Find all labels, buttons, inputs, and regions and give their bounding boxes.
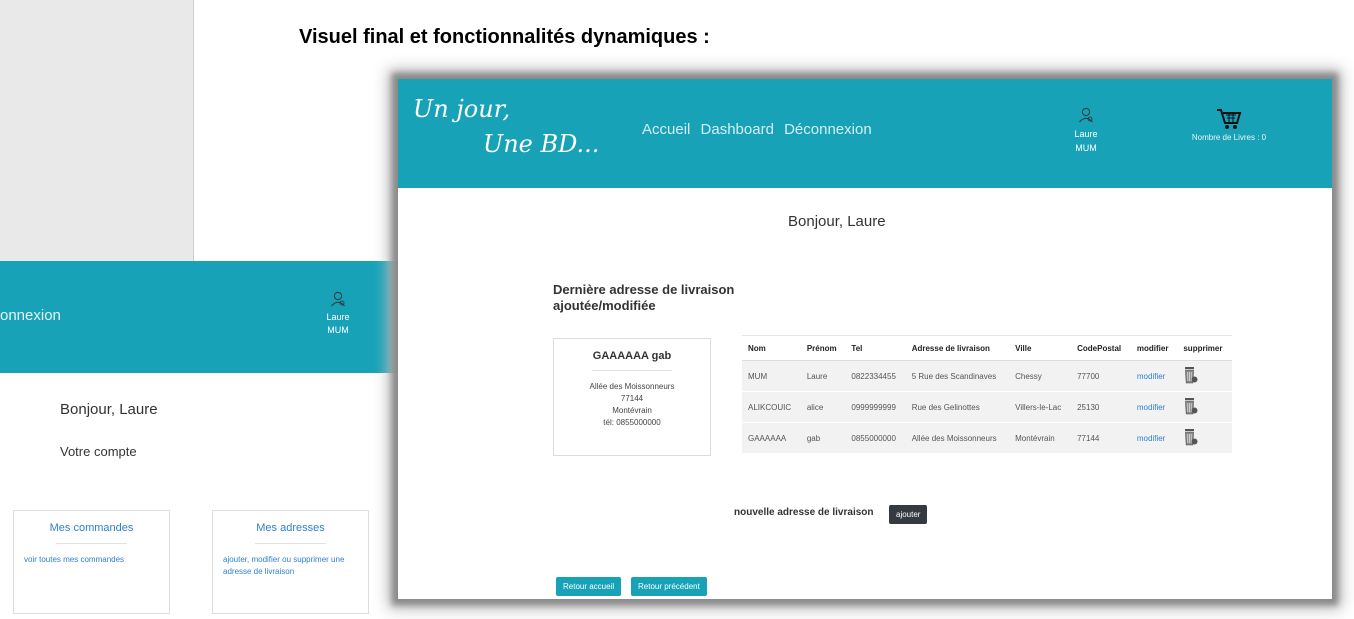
nav-logout-link-partial[interactable]: onnexion [0, 307, 61, 324]
addresses-table: Nom Prénom Tel Adresse de livraison Vill… [742, 335, 1232, 453]
last-address-heading: Dernière adresse de livraison ajoutée/mo… [553, 282, 735, 313]
divider [592, 370, 672, 371]
orders-card-title[interactable]: Mes commandes [14, 522, 169, 534]
slide-gray-panel [0, 0, 194, 262]
modify-link[interactable]: modifier [1130, 391, 1178, 423]
cell-ville: Chessy [1009, 360, 1072, 392]
cart-icon [1217, 109, 1242, 129]
logo-line-2[interactable]: Une BD... [483, 130, 599, 158]
address-city: Montévrain [612, 406, 652, 415]
left-header: onnexion Laure MUM [0, 261, 400, 373]
cell-nom: GAAAAAA [742, 422, 801, 453]
nav-accueil[interactable]: Accueil [642, 121, 690, 138]
table-row: ALIKCOUIC alice 0999999999 Rue des Gelin… [742, 391, 1232, 423]
address-street: Allée des Moissonneurs [589, 382, 675, 391]
user-icon [331, 291, 345, 307]
modify-link[interactable]: modifier [1130, 360, 1178, 392]
col-ville: Ville [1009, 335, 1072, 361]
addresses-card: Mes adresses ajouter, modifier ou suppri… [212, 510, 369, 614]
table-header-row: Nom Prénom Tel Adresse de livraison Vill… [742, 335, 1232, 361]
col-adresse: Adresse de livraison [905, 335, 1010, 361]
cell-tel: 0999999999 [845, 391, 906, 423]
cell-tel: 0855000000 [845, 422, 906, 453]
user-firstname: Laure [1074, 129, 1098, 139]
cell-nom: ALIKCOUIC [742, 391, 801, 423]
cell-ville: Villers-le-Lac [1009, 391, 1072, 423]
modify-link[interactable]: modifier [1130, 422, 1178, 453]
logo-line-1[interactable]: Un jour, [413, 95, 510, 123]
user-account[interactable]: Laure MUM [1066, 107, 1106, 155]
cell-ville: Montévrain [1009, 422, 1072, 453]
main-nav: Accueil Dashboard Déconnexion [642, 121, 878, 138]
trash-icon[interactable] [1183, 366, 1199, 384]
cart[interactable]: Nombre de Livres : 0 [1184, 107, 1274, 142]
user-account[interactable]: Laure MUM [318, 291, 358, 337]
address-name: GAAAAAA gab [592, 350, 672, 362]
home-button[interactable]: Retour accueil [556, 577, 622, 596]
col-nom: Nom [742, 335, 801, 361]
cell-adresse: Allée des Moissonneurs [905, 422, 1010, 453]
last-address-card: GAAAAAA gab Allée des Moissonneurs 77144… [553, 338, 711, 456]
cell-adresse: 5 Rue des Scandinaves [905, 360, 1010, 392]
trash-icon[interactable] [1183, 428, 1199, 446]
address-zip: 77144 [620, 394, 644, 403]
main-screenshot: Un jour, Une BD... Accueil Dashboard Déc… [398, 79, 1332, 599]
site-header: Un jour, Une BD... Accueil Dashboard Déc… [398, 79, 1332, 188]
orders-link[interactable]: voir toutes mes commandes [24, 554, 159, 566]
left-screenshot: onnexion Laure MUM Bonjour, Laure Votre … [0, 261, 400, 619]
cell-nom: MUM [742, 360, 801, 392]
cell-prenom: gab [800, 422, 846, 453]
account-heading: Votre compte [60, 444, 137, 459]
cart-count: Nombre de Livres : 0 [1191, 133, 1267, 142]
col-modifier: modifier [1130, 335, 1178, 361]
table-row: MUM Laure 0822334455 5 Rue des Scandinav… [742, 360, 1232, 392]
back-button[interactable]: Retour précédent [631, 577, 707, 596]
cell-adresse: Rue des Gelinottes [905, 391, 1010, 423]
user-icon [1079, 107, 1093, 123]
user-lastname: MUM [327, 325, 349, 335]
col-tel: Tel [845, 335, 906, 361]
delete-cell [1177, 422, 1232, 453]
nav-dashboard[interactable]: Dashboard [701, 121, 774, 138]
divider [255, 543, 326, 544]
cell-tel: 0822334455 [845, 360, 906, 392]
col-supprimer: supprimer [1177, 335, 1232, 361]
add-address-button[interactable]: ajouter [889, 505, 928, 524]
cell-codepostal: 77700 [1071, 360, 1131, 392]
delete-cell [1177, 391, 1232, 423]
greeting: Bonjour, Laure [788, 213, 886, 230]
address-details: Allée des Moissonneurs 77144 Montévrain … [554, 381, 710, 429]
divider [56, 543, 127, 544]
col-prenom: Prénom [800, 335, 846, 361]
cell-codepostal: 25130 [1071, 391, 1131, 423]
greeting: Bonjour, Laure [60, 401, 158, 418]
cell-codepostal: 77144 [1071, 422, 1131, 453]
new-address-label: nouvelle adresse de livraison [734, 507, 874, 518]
user-lastname: MUM [1075, 143, 1097, 153]
trash-icon[interactable] [1183, 397, 1199, 415]
delete-cell [1177, 360, 1232, 392]
addresses-link[interactable]: ajouter, modifier ou supprimer une adres… [223, 554, 358, 578]
nav-deconnexion[interactable]: Déconnexion [784, 121, 872, 138]
orders-card: Mes commandes voir toutes mes commandes [13, 510, 170, 614]
addresses-card-title[interactable]: Mes adresses [213, 522, 368, 534]
table-row: GAAAAAA gab 0855000000 Allée des Moisson… [742, 422, 1232, 453]
cell-prenom: alice [800, 391, 846, 423]
slide-title: Visuel final et fonctionnalités dynamiqu… [299, 26, 710, 48]
address-phone: tél: 0855000000 [603, 418, 661, 427]
cell-prenom: Laure [800, 360, 846, 392]
user-firstname: Laure [326, 312, 350, 322]
col-codepostal: CodePostal [1071, 335, 1131, 361]
